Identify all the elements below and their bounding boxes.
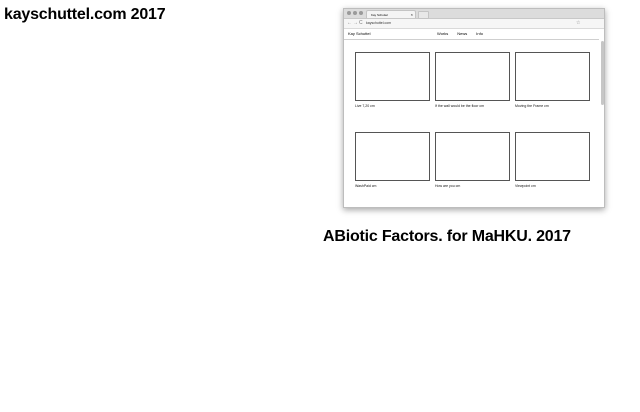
reload-icon[interactable]: C (359, 19, 363, 28)
window-controls (347, 11, 363, 15)
work-title[interactable]: How are you cm (435, 184, 510, 188)
browser-toolbar: ← → C kayschuttel.com ☆ (344, 19, 604, 29)
work-thumbnail[interactable] (435, 52, 510, 101)
work-title[interactable]: WashPaid cm (355, 184, 430, 188)
maximize-window-button[interactable] (359, 11, 363, 15)
browser-tab-title: Kay Schuttel (371, 13, 388, 17)
browser-window: Kay Schuttel × ← → C kayschuttel.com ☆ K… (343, 8, 605, 208)
work-thumbnail[interactable] (355, 132, 430, 181)
browser-tab-bar: Kay Schuttel × (344, 9, 604, 19)
site-nav-works[interactable]: Works (437, 29, 448, 39)
work-card[interactable]: Live 7,20 cm (355, 52, 430, 108)
close-window-button[interactable] (347, 11, 351, 15)
tab-close-icon[interactable]: × (411, 11, 413, 18)
work-title[interactable]: Viewpoint cm (515, 184, 590, 188)
address-bar-url: kayschuttel.com (366, 21, 392, 25)
page-scrollbar[interactable] (601, 41, 604, 105)
browser-tab[interactable]: Kay Schuttel × (366, 10, 416, 18)
minimize-window-button[interactable] (353, 11, 357, 15)
work-title[interactable]: Live 7,20 cm (355, 104, 430, 108)
page-viewport: Kay Schuttel Works News Info Live 7,20 c… (344, 29, 604, 207)
forward-icon[interactable]: → (353, 19, 358, 28)
site-nav-news[interactable]: News (457, 29, 467, 39)
slide-title: kayschuttel.com 2017 (4, 6, 166, 23)
work-card[interactable]: If the wall would be the floor cm (435, 52, 510, 108)
bookmark-star-icon[interactable]: ☆ (576, 19, 580, 28)
work-thumbnail[interactable] (435, 132, 510, 181)
work-card[interactable]: WashPaid cm (355, 132, 430, 188)
work-title[interactable]: If the wall would be the floor cm (435, 104, 510, 108)
work-card[interactable]: Moving the Frame cm (515, 52, 590, 108)
work-card[interactable]: Viewpoint cm (515, 132, 590, 188)
site-header: Kay Schuttel Works News Info (344, 29, 599, 40)
work-thumbnail[interactable] (515, 52, 590, 101)
back-icon[interactable]: ← (347, 19, 352, 28)
site-nav: Works News Info (437, 29, 483, 39)
work-thumbnail[interactable] (515, 132, 590, 181)
work-title[interactable]: Moving the Frame cm (515, 104, 590, 108)
address-bar[interactable]: kayschuttel.com (366, 20, 586, 26)
work-thumbnail[interactable] (355, 52, 430, 101)
site-nav-info[interactable]: Info (476, 29, 483, 39)
slide-caption: ABiotic Factors. for MaHKU. 2017 (323, 228, 571, 245)
new-tab-button[interactable] (418, 11, 429, 19)
work-card[interactable]: How are you cm (435, 132, 510, 188)
site-name-link[interactable]: Kay Schuttel (348, 29, 370, 39)
